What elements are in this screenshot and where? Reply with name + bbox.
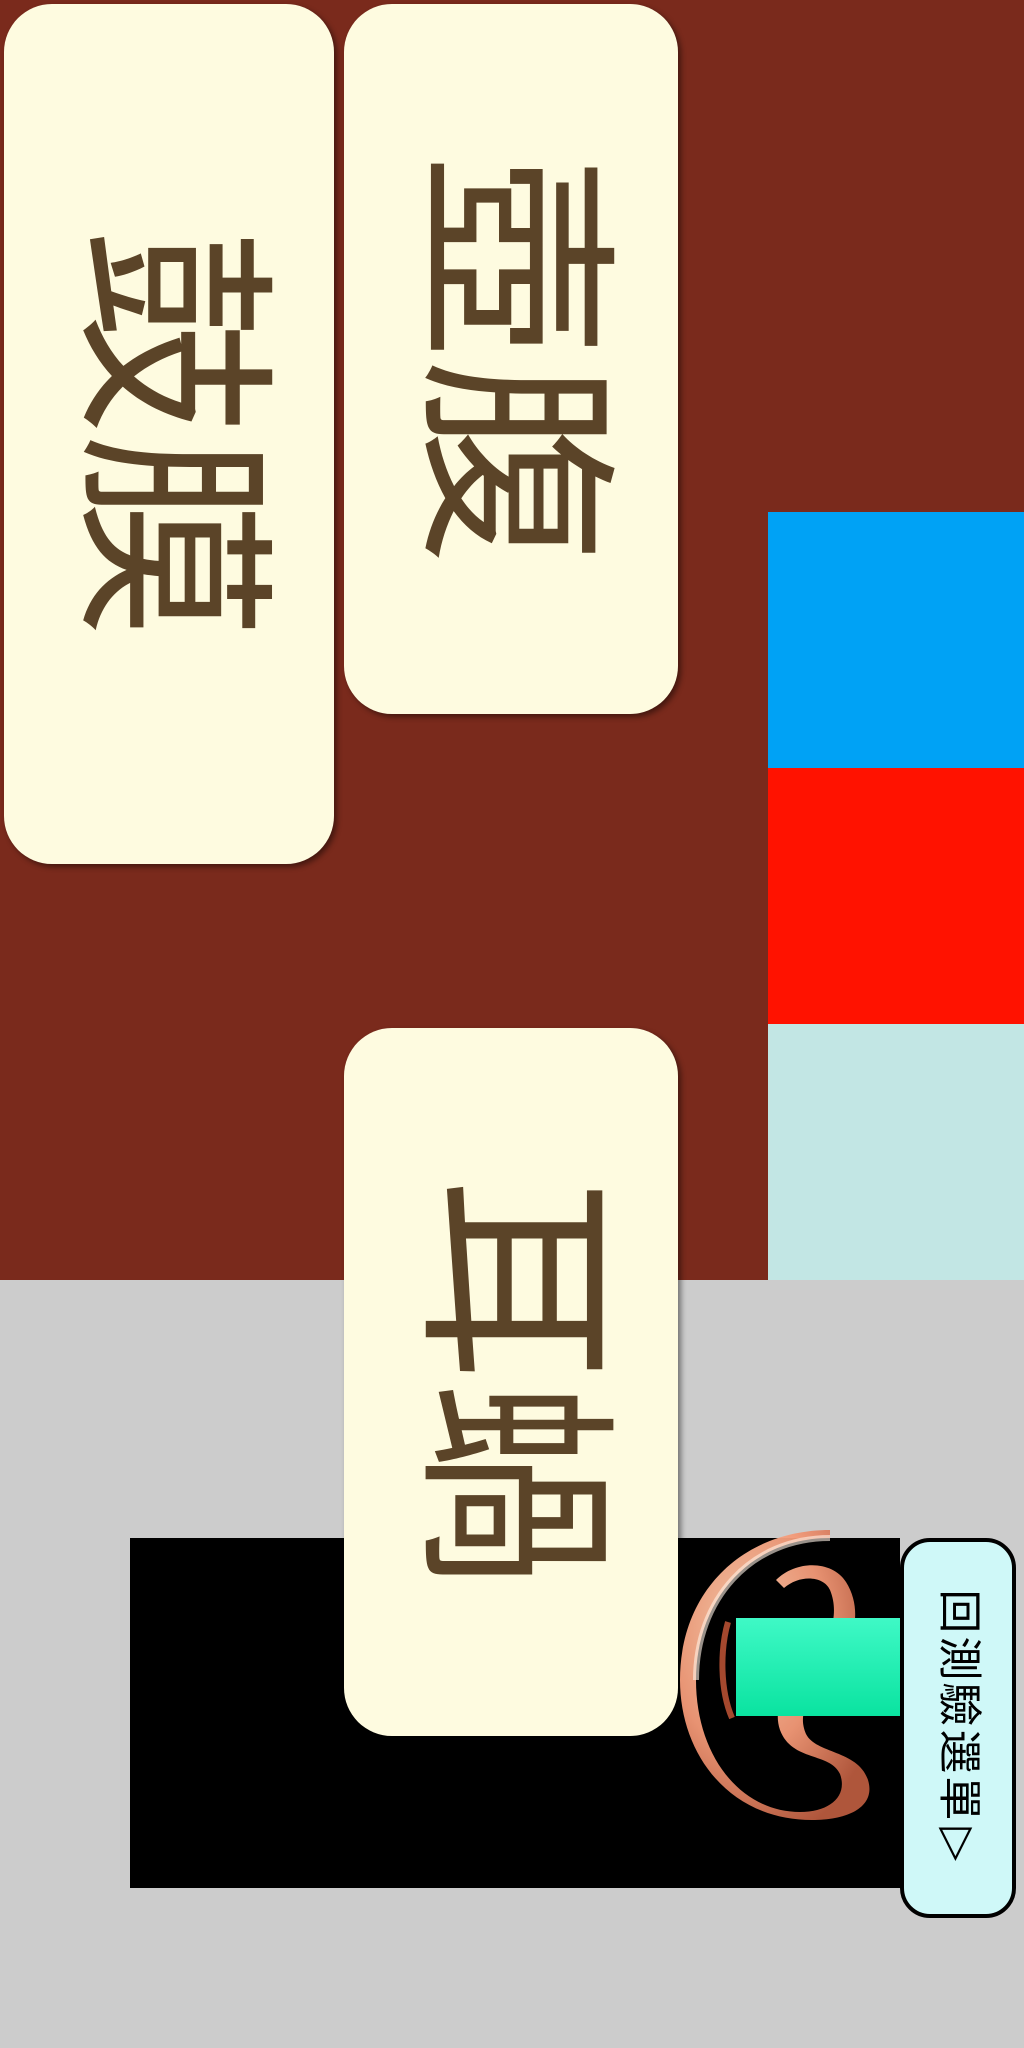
answer-card-gumo[interactable]: 鼓膜 bbox=[4, 4, 334, 864]
answer-card-ergua[interactable]: 耳蝸 bbox=[344, 1028, 678, 1736]
dark-panel-notch bbox=[155, 1538, 345, 1598]
ear-icon[interactable] bbox=[680, 1530, 910, 1820]
answer-card-label: 鼓膜 bbox=[50, 229, 289, 639]
answer-card-hufu[interactable]: 壺腹 bbox=[344, 4, 678, 714]
color-swatch-cyan bbox=[768, 1024, 1024, 1280]
back-to-quiz-menu-label: 回測驗選單 ▷ bbox=[933, 1589, 985, 1862]
back-to-quiz-menu-button[interactable]: 回測驗選單 ▷ bbox=[900, 1538, 1016, 1918]
color-swatch-red bbox=[768, 768, 1024, 1024]
answer-card-label: 壺腹 bbox=[392, 154, 631, 564]
answer-card-label: 耳蝸 bbox=[392, 1177, 631, 1587]
ear-target-highlight bbox=[736, 1618, 910, 1716]
color-swatch-blue bbox=[768, 512, 1024, 768]
